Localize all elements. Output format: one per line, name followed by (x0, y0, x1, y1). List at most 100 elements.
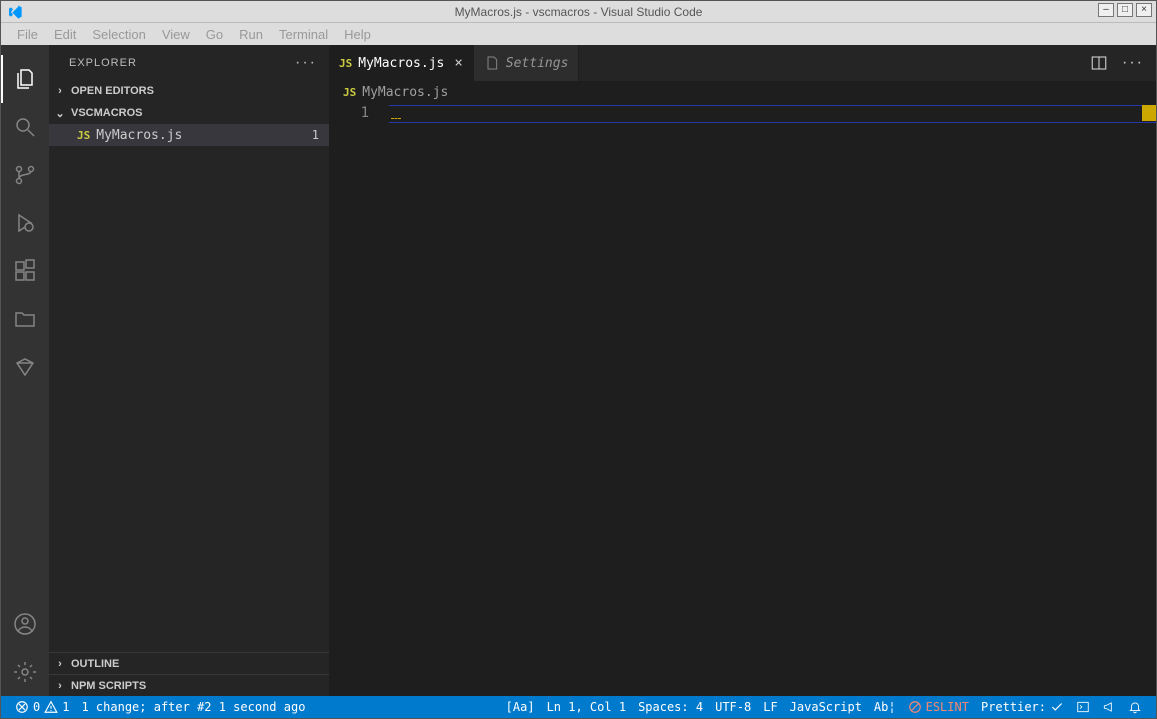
account-icon (13, 612, 37, 636)
status-tabmode[interactable]: Ab¦ (868, 696, 902, 718)
files-icon (13, 67, 37, 91)
breadcrumb-label: MyMacros.js (362, 85, 448, 100)
squiggly-marker (391, 109, 401, 119)
status-language[interactable]: JavaScript (784, 696, 868, 718)
menu-file[interactable]: File (9, 25, 46, 44)
js-file-icon: JS (339, 57, 352, 70)
file-name: MyMacros.js (96, 128, 306, 143)
activity-account[interactable] (1, 600, 49, 648)
minimize-button[interactable]: – (1098, 3, 1114, 17)
warning-count: 1 (62, 700, 69, 714)
js-file-icon: JS (77, 129, 90, 142)
editor-gutter: 1 (329, 103, 389, 696)
activity-debug[interactable] (1, 199, 49, 247)
close-button[interactable]: × (1136, 3, 1152, 17)
activity-scm[interactable] (1, 151, 49, 199)
split-editor-icon[interactable] (1090, 54, 1108, 72)
menu-selection[interactable]: Selection (84, 25, 153, 44)
menu-help[interactable]: Help (336, 25, 379, 44)
play-bug-icon (13, 211, 37, 235)
status-terminal[interactable] (1070, 696, 1096, 718)
error-icon (15, 700, 29, 714)
vscode-icon (7, 4, 23, 20)
chevron-right-icon: › (53, 680, 67, 692)
branch-icon (13, 163, 37, 187)
window-title: MyMacros.js - vscmacros - Visual Studio … (455, 5, 703, 19)
editor-content[interactable] (389, 103, 1156, 696)
activity-extensions[interactable] (1, 247, 49, 295)
workspace-label: VSCMACROS (71, 107, 143, 119)
activity-macros[interactable] (1, 295, 49, 343)
status-eslint[interactable]: ESLINT (902, 696, 975, 718)
check-icon (1050, 700, 1064, 714)
search-icon (13, 115, 37, 139)
activity-other[interactable] (1, 343, 49, 391)
open-editors-label: OPEN EDITORS (71, 85, 154, 97)
status-spaces[interactable]: Spaces: 4 (632, 696, 709, 718)
status-encoding[interactable]: UTF-8 (709, 696, 757, 718)
diamond-icon (13, 355, 37, 379)
bell-icon (1128, 700, 1142, 714)
menu-terminal[interactable]: Terminal (271, 25, 336, 44)
outline-label: OUTLINE (71, 658, 119, 670)
folder-icon (13, 307, 37, 331)
terminal-icon (1076, 700, 1090, 714)
outline-section[interactable]: › OUTLINE (49, 652, 329, 674)
activity-search[interactable] (1, 103, 49, 151)
status-feedback[interactable] (1096, 696, 1122, 718)
workspace-section[interactable]: ⌄ VSCMACROS (49, 102, 329, 124)
chevron-right-icon: › (53, 658, 67, 670)
activity-settings[interactable] (1, 648, 49, 696)
activity-bar (1, 45, 49, 696)
menu-edit[interactable]: Edit (46, 25, 84, 44)
menu-view[interactable]: View (154, 25, 198, 44)
breadcrumb[interactable]: JS MyMacros.js (329, 81, 1156, 103)
editor-area: JS MyMacros.js × Settings ··· JS MyMacro… (329, 45, 1156, 696)
open-editors-section[interactable]: › OPEN EDITORS (49, 80, 329, 102)
chevron-right-icon: › (53, 85, 67, 97)
npm-label: NPM SCRIPTS (71, 680, 146, 692)
activity-explorer[interactable] (1, 55, 49, 103)
current-line-highlight (389, 105, 1156, 123)
scm-text: 1 change; after #2 1 second ago (81, 700, 305, 714)
sidebar-more-button[interactable]: ··· (295, 54, 317, 72)
menubar: File Edit Selection View Go Run Terminal… (1, 23, 1156, 45)
status-bar: 0 1 1 change; after #2 1 second ago [Aa]… (1, 696, 1156, 718)
sidebar-title: EXPLORER (69, 57, 137, 69)
window-controls: – □ × (1098, 3, 1152, 17)
window-titlebar: MyMacros.js - vscmacros - Visual Studio … (1, 1, 1156, 23)
maximize-button[interactable]: □ (1117, 3, 1133, 17)
file-problem-count: 1 (312, 128, 319, 142)
warning-icon (44, 700, 58, 714)
gear-icon (13, 660, 37, 684)
tab-label: MyMacros.js (358, 56, 444, 71)
file-item-mymacros[interactable]: JS MyMacros.js 1 (49, 124, 329, 146)
editor-tabs: JS MyMacros.js × Settings ··· (329, 45, 1156, 81)
minimap-warning-marker (1142, 105, 1156, 121)
editor-more-button[interactable]: ··· (1122, 54, 1144, 72)
npm-scripts-section[interactable]: › NPM SCRIPTS (49, 674, 329, 696)
menu-run[interactable]: Run (231, 25, 271, 44)
status-bell[interactable] (1122, 696, 1148, 718)
tab-mymacros[interactable]: JS MyMacros.js × (329, 45, 474, 81)
js-file-icon: JS (343, 86, 356, 99)
line-number: 1 (329, 105, 369, 121)
extensions-icon (13, 259, 37, 283)
status-scm[interactable]: 1 change; after #2 1 second ago (75, 696, 311, 718)
file-icon (484, 55, 500, 71)
cancel-icon (908, 700, 922, 714)
text-editor[interactable]: 1 (329, 103, 1156, 696)
status-eol[interactable]: LF (757, 696, 783, 718)
menu-go[interactable]: Go (198, 25, 231, 44)
explorer-sidebar: EXPLORER ··· › OPEN EDITORS ⌄ VSCMACROS … (49, 45, 329, 696)
status-problems[interactable]: 0 1 (9, 696, 75, 718)
tab-settings[interactable]: Settings (474, 45, 580, 81)
chevron-down-icon: ⌄ (53, 107, 67, 120)
status-cursor[interactable]: Ln 1, Col 1 (541, 696, 632, 718)
status-prettier[interactable]: Prettier: (975, 696, 1070, 718)
tab-label: Settings (506, 56, 569, 71)
status-case[interactable]: [Aa] (500, 696, 541, 718)
sidebar-header: EXPLORER ··· (49, 45, 329, 80)
close-icon[interactable]: × (454, 55, 462, 71)
workbench: EXPLORER ··· › OPEN EDITORS ⌄ VSCMACROS … (1, 45, 1156, 696)
